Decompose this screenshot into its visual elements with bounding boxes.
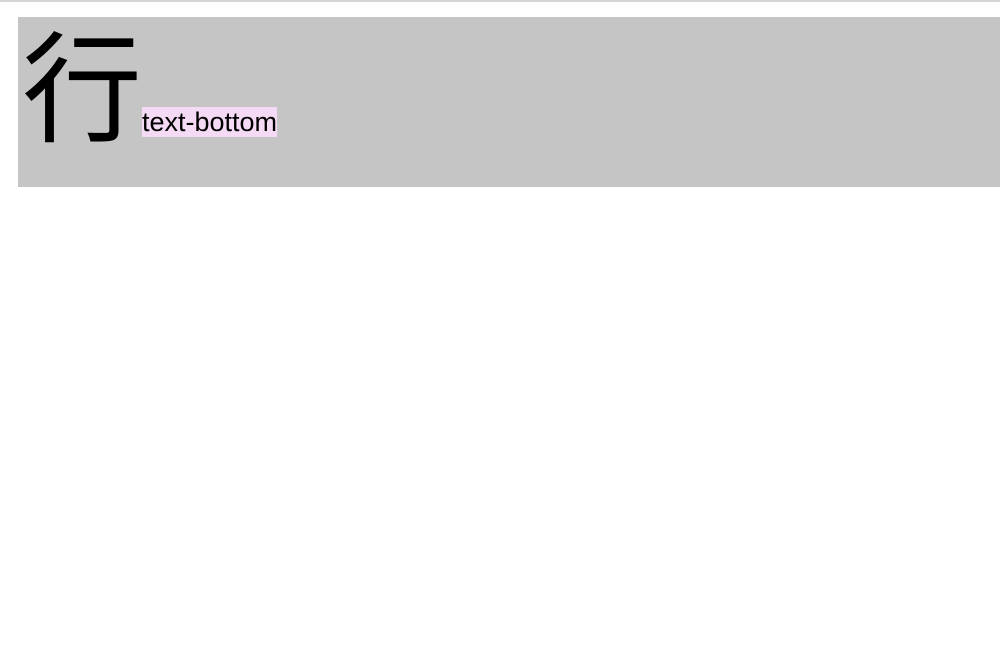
alignment-label: text-bottom	[142, 107, 277, 137]
vertical-align-demo-box: 行text-bottom	[18, 17, 1000, 187]
big-cjk-glyph: 行	[22, 24, 142, 158]
top-divider	[0, 0, 1000, 2]
